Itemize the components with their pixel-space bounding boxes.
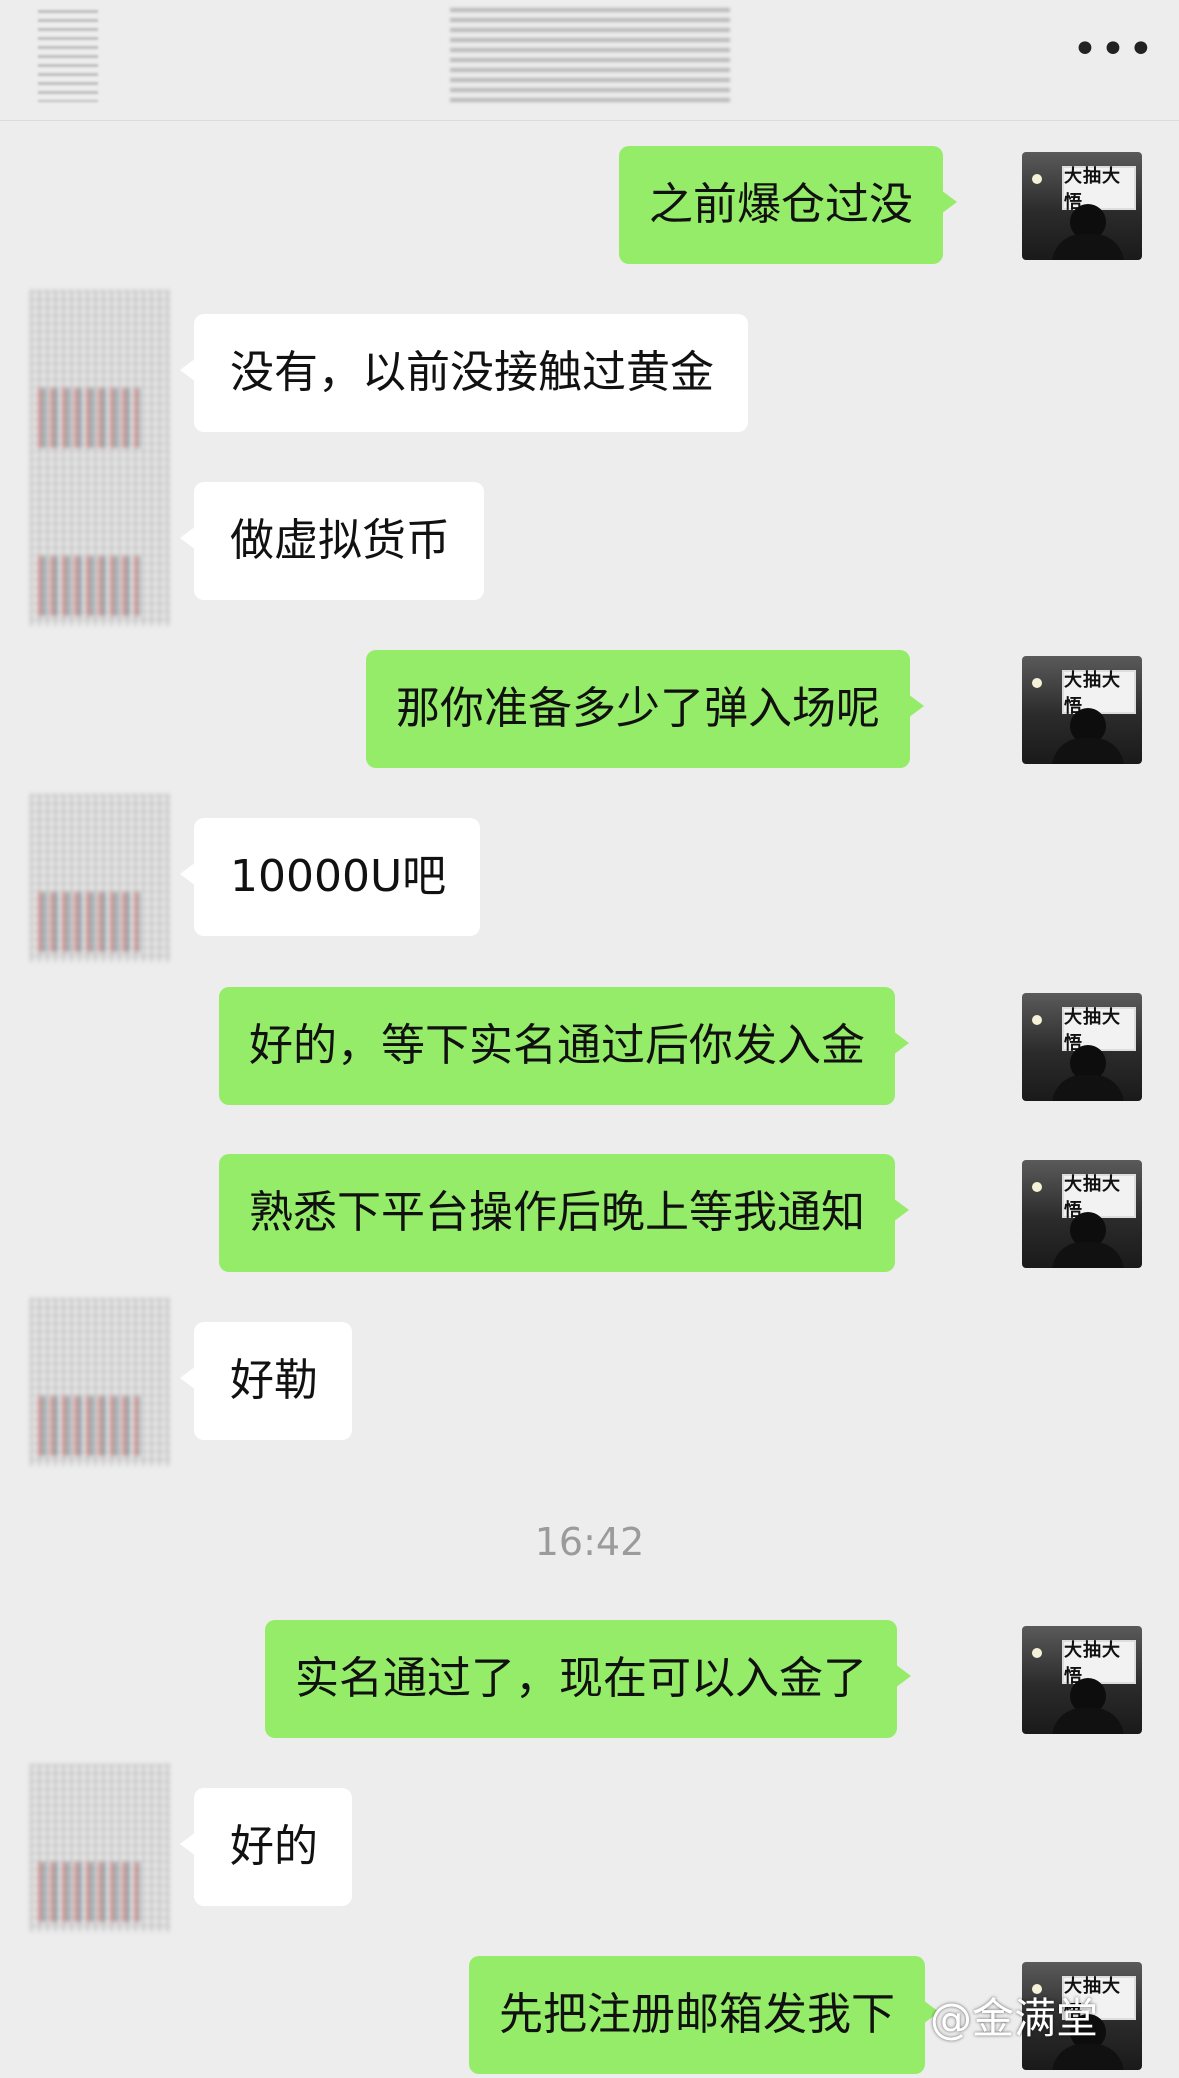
my-avatar[interactable]: 大抽大悟 [1022, 152, 1142, 260]
message-timestamp: 16:42 [534, 1520, 645, 1564]
contact-avatar[interactable] [30, 1298, 170, 1466]
contact-avatar[interactable] [30, 794, 170, 962]
chat-title-blurred [450, 8, 730, 104]
message-bubble-received[interactable]: 好勒 [180, 1322, 352, 1440]
my-avatar[interactable]: 大抽大悟 [1022, 1160, 1142, 1268]
contact-avatar[interactable] [30, 458, 170, 626]
message-bubble-sent[interactable]: 实名通过了，现在可以入金了 [265, 1620, 911, 1738]
more-dots-icon[interactable]: ••• [1072, 28, 1156, 72]
contact-avatar[interactable] [30, 290, 170, 458]
message-bubble-received[interactable]: 10000U吧 [179, 818, 481, 936]
message-bubble-received[interactable]: 没有，以前没接触过黄金 [180, 314, 748, 432]
message-bubble-sent[interactable]: 好的，等下实名通过后你发入金 [219, 987, 909, 1105]
back-button[interactable] [38, 10, 98, 102]
my-avatar[interactable]: 大抽大悟 [1022, 656, 1142, 764]
my-avatar[interactable]: 大抽大悟 [1022, 993, 1142, 1101]
message-bubble-sent[interactable]: 熟悉下平台操作后晚上等我通知 [219, 1154, 909, 1272]
message-bubble-sent[interactable]: 之前爆仓过没 [619, 146, 957, 264]
chat-header: ••• [0, 0, 1179, 121]
my-avatar[interactable]: 大抽大悟 [1022, 1626, 1142, 1734]
contact-avatar[interactable] [30, 1764, 170, 1932]
message-bubble-sent[interactable]: 那你准备多少了弹入场呢 [366, 650, 924, 768]
message-bubble-received[interactable]: 好的 [180, 1788, 352, 1906]
message-bubble-received[interactable]: 做虚拟货币 [180, 482, 484, 600]
message-bubble-sent[interactable]: 先把注册邮箱发我下 [469, 1956, 939, 2074]
watermark-text: @金满堂 [930, 1994, 1099, 2043]
